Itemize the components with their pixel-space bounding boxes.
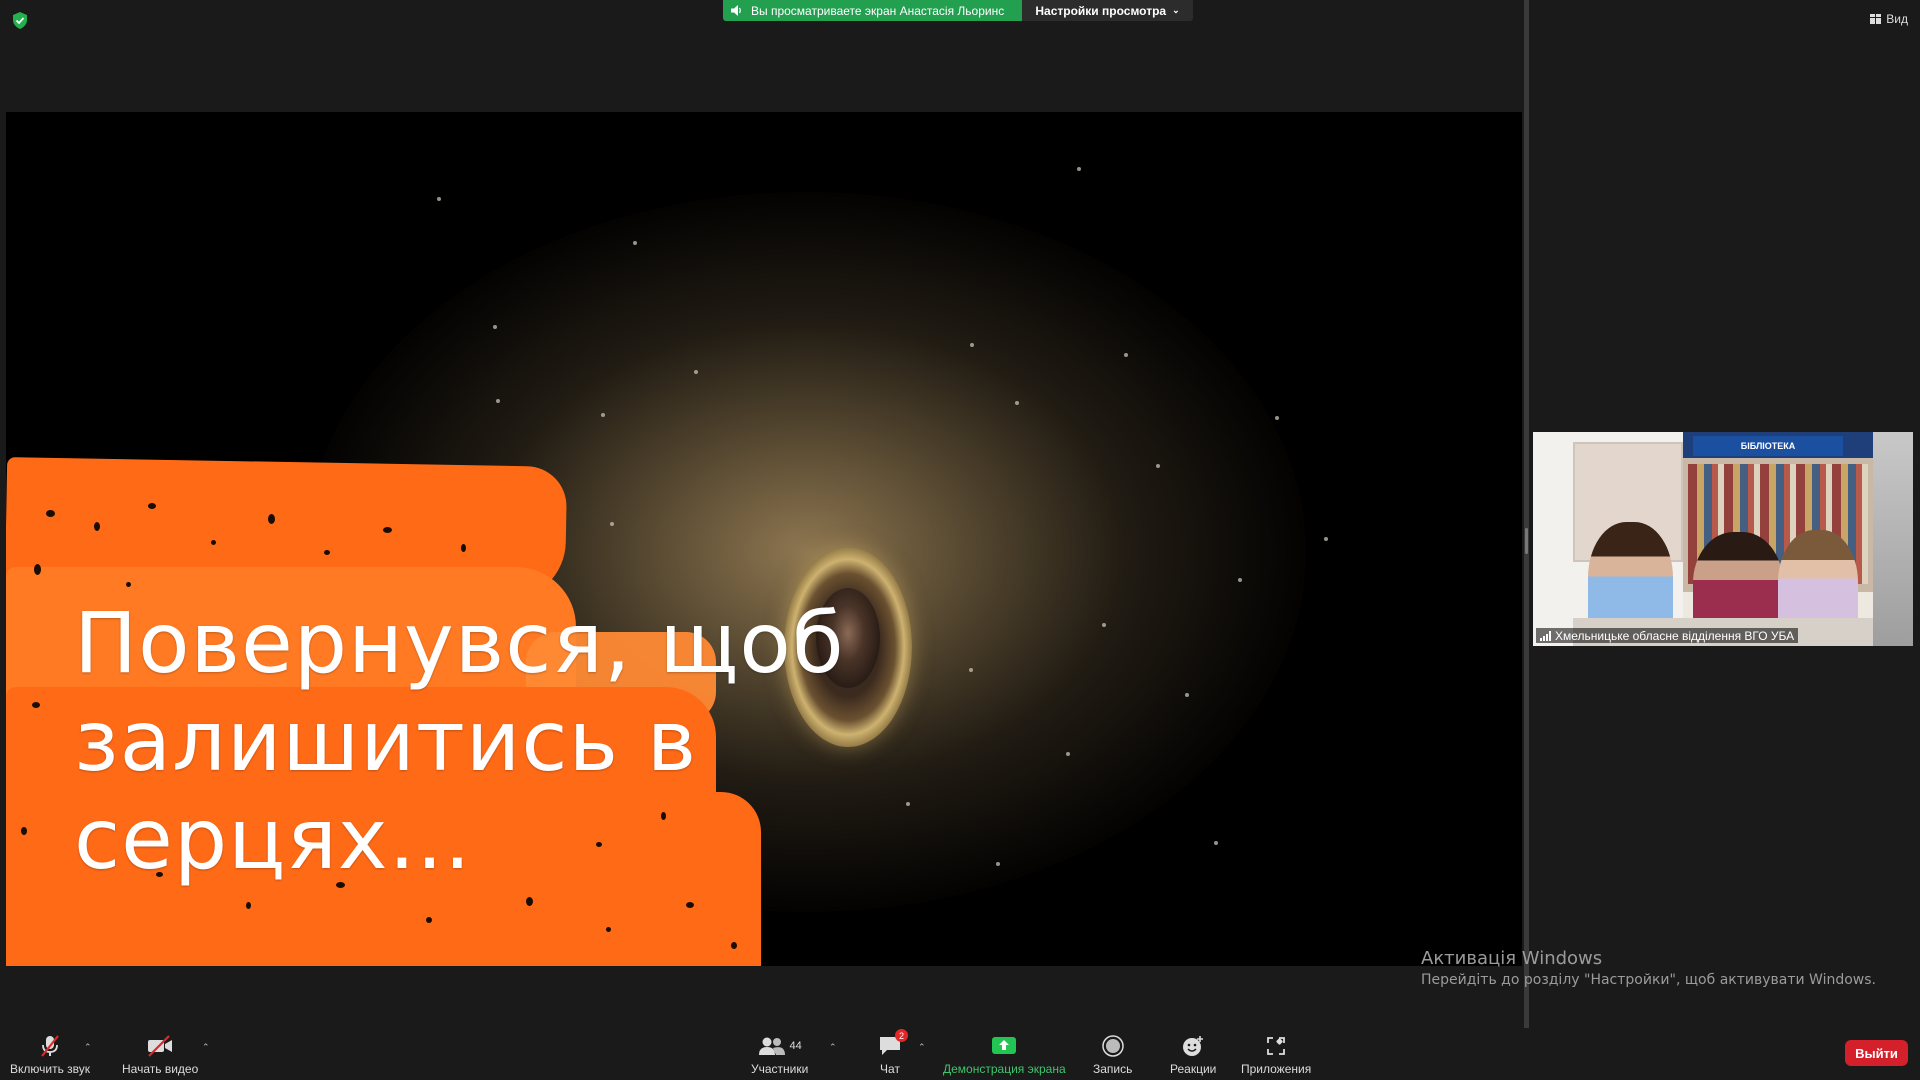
apps-icon xyxy=(1267,1037,1286,1055)
ink-speck xyxy=(148,503,156,509)
ink-speck xyxy=(526,897,533,906)
dust-particle xyxy=(906,802,910,806)
view-label: Вид xyxy=(1886,12,1908,26)
meeting-toolbar: Включить звук ⌃ Начать видео ⌃ 44 Участн… xyxy=(0,1028,1920,1080)
ink-speck xyxy=(426,917,432,923)
grid-view-icon xyxy=(1870,14,1882,24)
dust-particle xyxy=(969,668,973,672)
signal-strength-icon xyxy=(1540,630,1551,641)
start-video-label: Начать видео xyxy=(122,1062,199,1076)
share-banner-text: Вы просматриваете экран Анастасія Льорин… xyxy=(751,3,1005,18)
chevron-down-icon: ⌄ xyxy=(1172,5,1180,15)
dust-particle xyxy=(437,197,441,201)
zoom-meeting-window: Вы просматриваете экран Анастасія Льорин… xyxy=(0,0,1920,1080)
participant-name-label: Хмельницьке обласне відділення ВГО УБА xyxy=(1536,628,1799,643)
leave-meeting-button[interactable]: Выйти xyxy=(1845,1040,1908,1066)
video-off-icon xyxy=(148,1035,173,1057)
screen-share-banner: Вы просматриваете экран Анастасія Льорин… xyxy=(723,0,1193,21)
dust-particle xyxy=(1102,623,1106,627)
dust-particle xyxy=(1066,752,1070,756)
slide-headline: Повернувся, щоб залишитись в серцях... xyxy=(74,594,845,888)
ink-speck xyxy=(32,702,40,708)
share-screen-label: Демонстрация экрана xyxy=(943,1062,1066,1076)
dust-particle xyxy=(493,325,497,329)
audio-options-caret-icon[interactable]: ⌃ xyxy=(84,1042,92,1053)
share-screen-button[interactable]: Демонстрация экрана xyxy=(943,1034,1066,1076)
panel-divider[interactable] xyxy=(1524,0,1529,1028)
dust-particle xyxy=(694,370,698,374)
record-icon xyxy=(1101,1035,1124,1057)
ink-speck xyxy=(383,527,392,533)
security-shield-icon[interactable] xyxy=(12,12,28,29)
participants-icon xyxy=(758,1037,785,1055)
dust-particle xyxy=(601,413,605,417)
record-label: Запись xyxy=(1093,1062,1133,1076)
viewing-screen-indicator: Вы просматриваете экран Анастасія Льорин… xyxy=(723,0,1022,21)
participants-button[interactable]: 44 Участники xyxy=(751,1034,808,1076)
dust-particle xyxy=(496,399,500,403)
dust-particle xyxy=(1077,167,1081,171)
dust-particle xyxy=(1275,416,1279,420)
participants-options-caret-icon[interactable]: ⌃ xyxy=(829,1042,837,1053)
headline-line-2: залишитись в xyxy=(74,692,698,790)
ink-speck xyxy=(686,902,694,908)
windows-activation-title: Активація Windows xyxy=(1421,948,1603,969)
speaker-icon xyxy=(731,5,741,16)
windows-activation-subtitle: Перейдіть до розділу "Настройки", щоб ак… xyxy=(1421,972,1876,988)
view-layout-button[interactable]: Вид xyxy=(1870,12,1908,26)
unmute-button[interactable]: Включить звук xyxy=(10,1034,90,1076)
dust-particle xyxy=(970,343,974,347)
reactions-button[interactable]: Реакции xyxy=(1170,1034,1216,1076)
participants-count: 44 xyxy=(789,1040,802,1052)
record-button[interactable]: Запись xyxy=(1093,1034,1132,1076)
reactions-label: Реакции xyxy=(1170,1062,1217,1076)
dust-particle xyxy=(1185,693,1189,697)
ink-speck xyxy=(21,827,27,835)
ink-speck xyxy=(94,522,100,531)
apps-button[interactable]: Приложения xyxy=(1241,1034,1311,1076)
dust-particle xyxy=(1156,464,1160,468)
chat-options-caret-icon[interactable]: ⌃ xyxy=(918,1042,926,1053)
ink-speck xyxy=(731,942,737,949)
chat-label: Чат xyxy=(880,1062,900,1076)
ink-speck xyxy=(126,582,131,587)
dust-particle xyxy=(1015,401,1019,405)
start-video-button[interactable]: Начать видео xyxy=(122,1034,198,1076)
dust-particle xyxy=(1238,578,1242,582)
share-screen-icon xyxy=(992,1037,1017,1054)
video-library-banner: БІБЛІОТЕКА xyxy=(1693,436,1843,456)
microphone-muted-icon xyxy=(41,1035,59,1057)
view-options-button[interactable]: Настройки просмотра ⌄ xyxy=(1022,0,1193,21)
unmute-label: Включить звук xyxy=(10,1062,91,1076)
participant-name: Хмельницьке обласне відділення ВГО УБА xyxy=(1555,628,1795,643)
dust-particle xyxy=(996,862,1000,866)
ink-speck xyxy=(461,544,466,552)
headline-line-1: Повернувся, щоб xyxy=(74,594,845,692)
ink-speck xyxy=(606,927,611,932)
resize-handle[interactable] xyxy=(1525,528,1528,554)
dust-particle xyxy=(1324,537,1328,541)
smiley-icon xyxy=(1183,1036,1204,1056)
ink-speck xyxy=(268,514,275,524)
view-options-label: Настройки просмотра xyxy=(1035,3,1167,18)
participants-label: Участники xyxy=(751,1062,809,1076)
participant-video-tile[interactable]: БІБЛІОТЕКА Хмельницьке обласне відділенн… xyxy=(1533,432,1913,646)
dust-particle xyxy=(610,522,614,526)
dust-particle xyxy=(1124,353,1128,357)
headline-line-3: серцях... xyxy=(74,790,472,888)
video-right-shelf xyxy=(1873,432,1913,646)
ink-speck xyxy=(211,540,216,545)
ink-speck xyxy=(246,902,251,909)
video-options-caret-icon[interactable]: ⌃ xyxy=(202,1042,210,1053)
chat-unread-badge: 2 xyxy=(895,1029,908,1042)
shared-screen-content: Повернувся, щоб залишитись в серцях... xyxy=(6,112,1522,966)
chat-button[interactable]: 2 Чат xyxy=(878,1029,908,1076)
ink-speck xyxy=(324,550,330,555)
apps-label: Приложения xyxy=(1241,1062,1312,1076)
dust-particle xyxy=(633,241,637,245)
ink-speck xyxy=(46,510,55,517)
dust-particle xyxy=(1214,841,1218,845)
ink-speck xyxy=(34,564,41,575)
